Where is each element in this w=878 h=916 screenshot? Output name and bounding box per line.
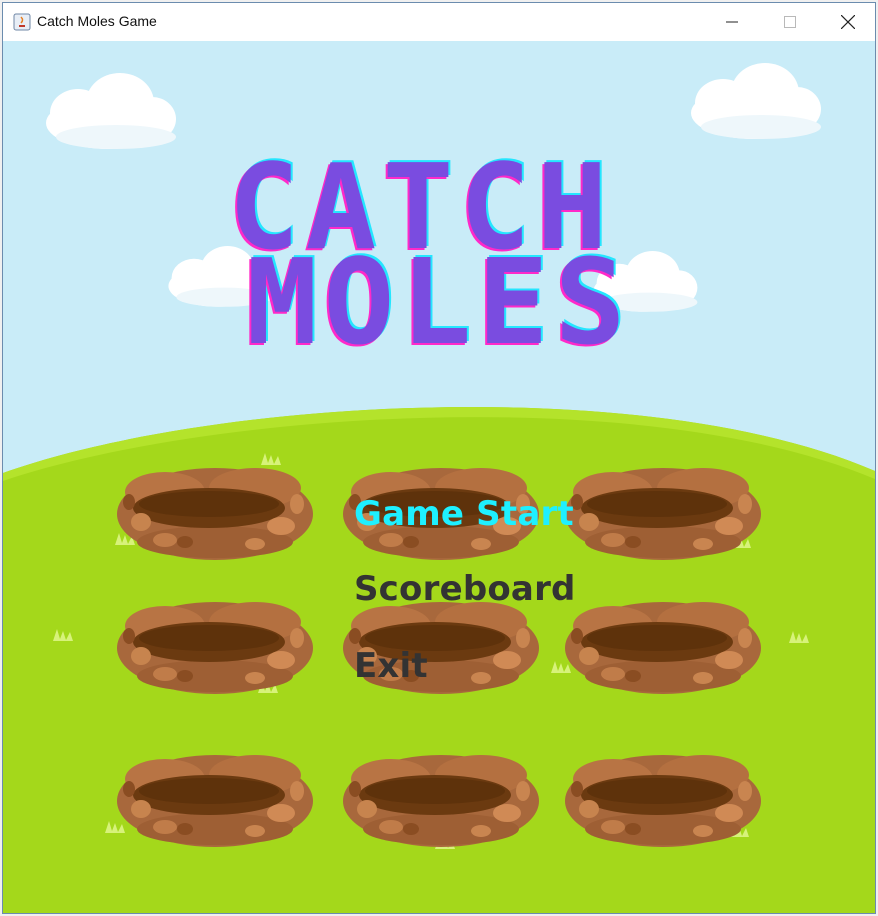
title-bar[interactable]: Catch Moles Game (3, 3, 875, 42)
close-icon (841, 15, 855, 29)
game-scene: CATCH CATCH CATCH MOLES MOLES MOLES Game… (3, 41, 875, 913)
window-title: Catch Moles Game (37, 13, 157, 29)
java-app-icon (13, 13, 31, 31)
mole-hole-4[interactable] (117, 602, 313, 694)
game-window: Catch Moles Game CATCH CATCH CATCH MOLES… (2, 2, 876, 914)
minimize-icon (726, 21, 738, 23)
scoreboard-button[interactable]: Scoreboard (354, 569, 576, 609)
game-start-button[interactable]: Game Start (354, 494, 574, 534)
maximize-button[interactable] (761, 3, 819, 41)
close-button[interactable] (819, 3, 875, 41)
mole-hole-3[interactable] (565, 468, 761, 560)
maximize-icon (784, 16, 796, 28)
mole-hole-6[interactable] (565, 602, 761, 694)
mole-hole-9[interactable] (565, 755, 761, 847)
mole-hole-8[interactable] (343, 755, 539, 847)
mole-hole-1[interactable] (117, 468, 313, 560)
exit-button[interactable]: Exit (354, 646, 428, 686)
logo-line-2: MOLES (246, 233, 631, 371)
mole-hole-7[interactable] (117, 755, 313, 847)
scene-art: CATCH CATCH CATCH MOLES MOLES MOLES (3, 41, 875, 913)
minimize-button[interactable] (703, 3, 761, 41)
